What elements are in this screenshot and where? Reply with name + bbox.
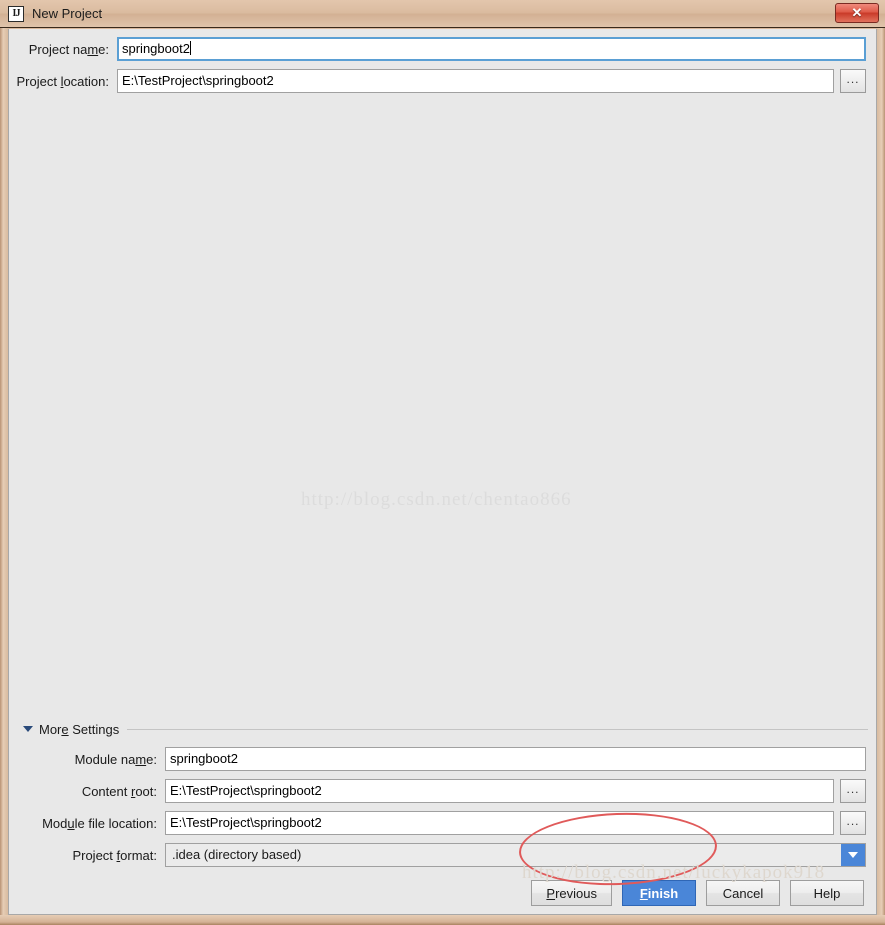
project-location-input[interactable]: E:\TestProject\springboot2	[117, 69, 834, 93]
close-button[interactable]: ✕	[835, 3, 879, 23]
window-frame-right	[877, 28, 885, 925]
ellipsis-icon: ...	[846, 71, 860, 86]
help-button[interactable]: Help	[790, 880, 864, 906]
module-file-location-value: E:\TestProject\springboot2	[170, 815, 322, 830]
project-fields-section: Project name: springboot2 Project locati…	[9, 29, 876, 101]
watermark-center: http://blog.csdn.net/chentao866	[301, 489, 572, 510]
ellipsis-icon: ...	[846, 813, 860, 828]
window-frame-bottom	[0, 915, 885, 925]
module-name-label: Module name:	[74, 751, 157, 767]
project-name-input[interactable]: springboot2	[117, 37, 866, 61]
ellipsis-icon: ...	[846, 781, 860, 796]
project-name-row: Project name: springboot2	[15, 37, 866, 61]
module-name-row: Module name: springboot2	[15, 747, 866, 771]
close-icon: ✕	[851, 5, 863, 20]
intellij-idea-icon: IJ	[8, 5, 24, 22]
more-settings-rows: Module name: springboot2 Content root: E…	[9, 739, 876, 867]
project-location-label: Project location:	[16, 73, 109, 89]
project-format-value: .idea (directory based)	[172, 847, 302, 862]
main-empty-panel: http://blog.csdn.net/chentao866	[9, 107, 876, 747]
content-root-row: Content root: E:\TestProject\springboot2…	[15, 779, 866, 803]
project-location-row: Project location: E:\TestProject\springb…	[15, 69, 866, 93]
project-name-label: Project name:	[28, 41, 109, 57]
cancel-button[interactable]: Cancel	[706, 880, 780, 906]
module-file-location-row: Module file location: E:\TestProject\spr…	[15, 811, 866, 835]
chevron-down-icon[interactable]	[841, 844, 865, 866]
project-format-label: Project format:	[72, 847, 157, 863]
section-divider	[127, 728, 868, 730]
project-location-value: E:\TestProject\springboot2	[122, 73, 274, 88]
dialog-client-area: Project name: springboot2 Project locati…	[8, 29, 877, 915]
more-settings-header[interactable]: More Settings	[9, 719, 876, 739]
window-frame-left	[0, 28, 8, 925]
content-root-label: Content root:	[81, 783, 157, 799]
project-location-browse-button[interactable]: ...	[840, 69, 866, 93]
chevron-down-icon	[23, 726, 33, 732]
module-file-location-browse-button[interactable]: ...	[840, 811, 866, 835]
project-name-value: springboot2	[122, 41, 190, 56]
project-format-select[interactable]: .idea (directory based)	[165, 843, 866, 867]
module-file-location-label: Module file location:	[42, 815, 157, 831]
previous-button[interactable]: Previous	[531, 880, 612, 906]
more-settings-section: More Settings Module name: springboot2 C…	[9, 719, 876, 875]
project-format-row: Project format: .idea (directory based)	[15, 843, 866, 867]
title-bar: IJ New Project ✕	[0, 0, 885, 28]
window-controls: ✕	[835, 3, 879, 23]
content-root-value: E:\TestProject\springboot2	[170, 783, 322, 798]
text-caret	[189, 41, 191, 55]
module-file-location-input[interactable]: E:\TestProject\springboot2	[165, 811, 834, 835]
dialog-window: IJ New Project ✕ Project name: springboo…	[0, 0, 885, 925]
window-title: New Project	[32, 6, 103, 21]
module-name-value: springboot2	[170, 751, 238, 766]
more-settings-label: More Settings	[39, 721, 120, 737]
dialog-button-bar: Previous Finish Cancel Help	[9, 880, 876, 906]
content-root-input[interactable]: E:\TestProject\springboot2	[165, 779, 834, 803]
content-root-browse-button[interactable]: ...	[840, 779, 866, 803]
finish-button[interactable]: Finish	[622, 880, 696, 906]
module-name-input[interactable]: springboot2	[165, 747, 866, 771]
